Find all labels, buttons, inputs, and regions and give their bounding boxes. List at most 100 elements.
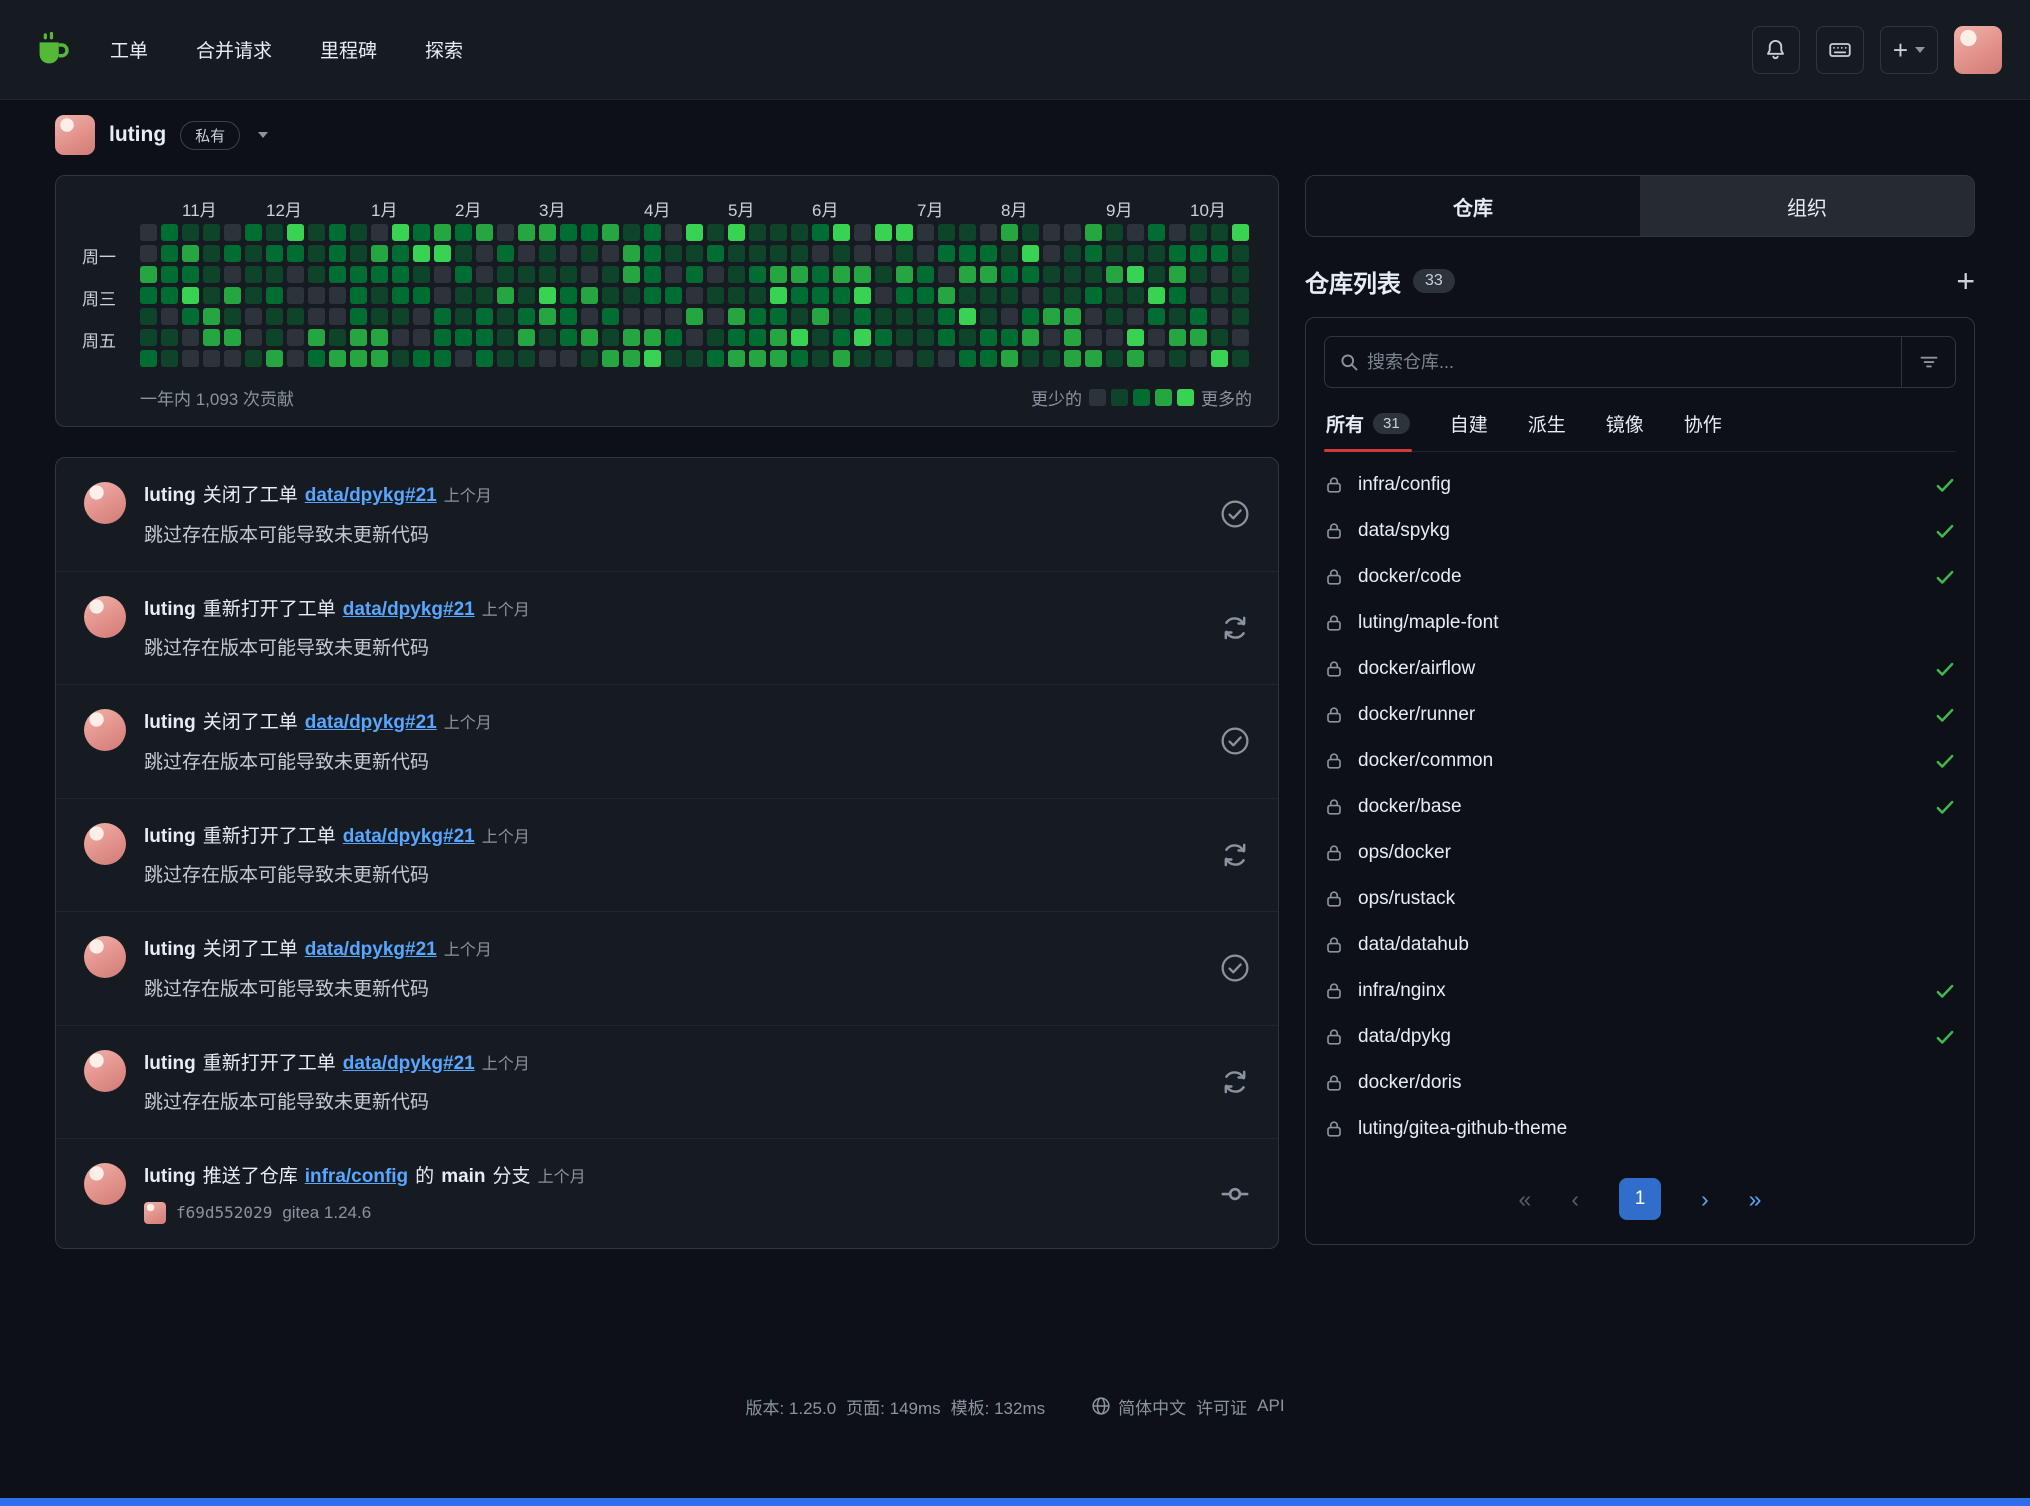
feed-actor-link[interactable]: luting	[144, 485, 196, 506]
feed-user-avatar[interactable]	[84, 823, 126, 865]
legend-cell	[1133, 389, 1150, 406]
heatmap-cell	[560, 308, 577, 325]
feed-target-link[interactable]: data/dpykg#21	[305, 485, 437, 506]
heatmap-cell	[287, 245, 304, 262]
panel-tab[interactable]: 组织	[1640, 176, 1974, 236]
heatmap-cell	[224, 287, 241, 304]
lock-icon	[1324, 659, 1344, 679]
heatmap-cell	[371, 350, 388, 367]
panel-tab[interactable]: 仓库	[1306, 176, 1640, 236]
footer-template-time: 模板: 132ms	[951, 1394, 1045, 1419]
keyboard-shortcuts-button[interactable]	[1816, 26, 1864, 74]
heatmap-cell	[896, 266, 913, 283]
notifications-button[interactable]	[1752, 26, 1800, 74]
pagination-prev-button[interactable]: ‹	[1571, 1188, 1579, 1211]
heatmap-cell	[1148, 266, 1165, 283]
heatmap-cell	[182, 329, 199, 346]
license-link[interactable]: 许可证	[1196, 1394, 1247, 1419]
heatmap-cell	[644, 224, 661, 241]
feed-target-link[interactable]: data/dpykg#21	[343, 599, 475, 620]
pagination-last-button[interactable]: »	[1749, 1188, 1762, 1211]
feed-actor-link[interactable]: luting	[144, 1166, 196, 1187]
repo-list-item[interactable]: data/spykg	[1324, 508, 1956, 554]
commit-sha-link[interactable]: f69d552029	[176, 1203, 272, 1222]
user-avatar-menu[interactable]	[1954, 26, 2002, 74]
heatmap-cell	[812, 329, 829, 346]
heatmap-cell	[266, 266, 283, 283]
heatmap-cell	[623, 245, 640, 262]
repo-list-item[interactable]: ops/rustack	[1324, 876, 1956, 922]
repo-list-item[interactable]: docker/airflow	[1324, 646, 1956, 692]
feed-target-link[interactable]: infra/config	[305, 1166, 408, 1187]
feed-user-avatar[interactable]	[84, 596, 126, 638]
heatmap-cell	[665, 308, 682, 325]
feed-actor-link[interactable]: luting	[144, 712, 196, 733]
pagination-first-button[interactable]: «	[1519, 1188, 1532, 1211]
feed-user-avatar[interactable]	[84, 1050, 126, 1092]
top-navbar: 工单 合并请求 里程碑 探索 +	[0, 0, 2030, 100]
heatmap-cell	[707, 350, 724, 367]
repo-list-item[interactable]: docker/base	[1324, 784, 1956, 830]
repo-list-item[interactable]: infra/nginx	[1324, 968, 1956, 1014]
heatmap-cell	[350, 224, 367, 241]
pagination-current-page[interactable]: 1	[1619, 1178, 1661, 1220]
repo-filter-button[interactable]	[1901, 337, 1955, 387]
filter-tab-label: 自建	[1450, 410, 1488, 437]
heatmap-cell	[980, 329, 997, 346]
repo-list-item[interactable]: docker/code	[1324, 554, 1956, 600]
check-icon	[1934, 980, 1956, 1002]
repo-list-item[interactable]: data/datahub	[1324, 922, 1956, 968]
heatmap-cell	[266, 224, 283, 241]
heatmap-cell	[854, 266, 871, 283]
repo-list-item[interactable]: luting/maple-font	[1324, 600, 1956, 646]
feed-user-avatar[interactable]	[84, 482, 126, 524]
feed-action-text: 关闭了工单	[203, 712, 298, 733]
feed-user-avatar[interactable]	[84, 709, 126, 751]
nav-link[interactable]: 工单	[110, 36, 148, 63]
heatmap-cell	[1106, 245, 1123, 262]
heatmap-cell	[392, 224, 409, 241]
gitea-logo[interactable]	[28, 25, 78, 75]
feed-user-avatar[interactable]	[84, 1163, 126, 1205]
feed-actor-link[interactable]: luting	[144, 826, 196, 847]
feed-commit-row: f69d552029gitea 1.24.6	[144, 1202, 1202, 1224]
profile-username: luting	[109, 123, 166, 147]
heatmap-cell	[161, 245, 178, 262]
sync-icon	[1220, 840, 1250, 870]
repo-list-item[interactable]: data/dpykg	[1324, 1014, 1956, 1060]
repo-filter-tab[interactable]: 自建	[1448, 406, 1490, 451]
repo-filter-tab[interactable]: 所有31	[1324, 406, 1412, 451]
nav-link[interactable]: 里程碑	[320, 36, 377, 63]
repo-filter-tab[interactable]: 协作	[1682, 406, 1724, 451]
search-repos-input[interactable]	[1367, 352, 1901, 373]
heatmap-cell	[560, 266, 577, 283]
repo-list-item[interactable]: docker/common	[1324, 738, 1956, 784]
api-link[interactable]: API	[1257, 1396, 1284, 1416]
repo-list-item[interactable]: infra/config	[1324, 462, 1956, 508]
repo-list-item[interactable]: docker/doris	[1324, 1060, 1956, 1106]
repo-list-item[interactable]: luting/gitea-github-theme	[1324, 1106, 1956, 1152]
heatmap-cell	[1043, 308, 1060, 325]
nav-link[interactable]: 合并请求	[196, 36, 272, 63]
feed-actor-link[interactable]: luting	[144, 599, 196, 620]
pagination-next-button[interactable]: ›	[1701, 1188, 1709, 1211]
feed-actor-link[interactable]: luting	[144, 1053, 196, 1074]
profile-dropdown-caret[interactable]	[258, 132, 268, 138]
feed-user-avatar[interactable]	[84, 936, 126, 978]
language-selector[interactable]: 简体中文	[1091, 1394, 1186, 1419]
feed-target-link[interactable]: data/dpykg#21	[343, 826, 475, 847]
add-repo-button[interactable]: +	[1956, 265, 1975, 297]
nav-link[interactable]: 探索	[425, 36, 463, 63]
repo-list-title: 仓库列表	[1305, 264, 1401, 299]
feed-actor-link[interactable]: luting	[144, 939, 196, 960]
repo-filter-tab[interactable]: 镜像	[1604, 406, 1646, 451]
create-new-button[interactable]: +	[1880, 26, 1938, 74]
repo-filter-tab[interactable]: 派生	[1526, 406, 1568, 451]
repo-list-item[interactable]: ops/docker	[1324, 830, 1956, 876]
feed-target-link[interactable]: data/dpykg#21	[305, 712, 437, 733]
feed-target-link[interactable]: data/dpykg#21	[305, 939, 437, 960]
repo-list-item[interactable]: docker/runner	[1324, 692, 1956, 738]
lock-icon	[1324, 751, 1344, 771]
heatmap-cell	[812, 245, 829, 262]
feed-target-link[interactable]: data/dpykg#21	[343, 1053, 475, 1074]
